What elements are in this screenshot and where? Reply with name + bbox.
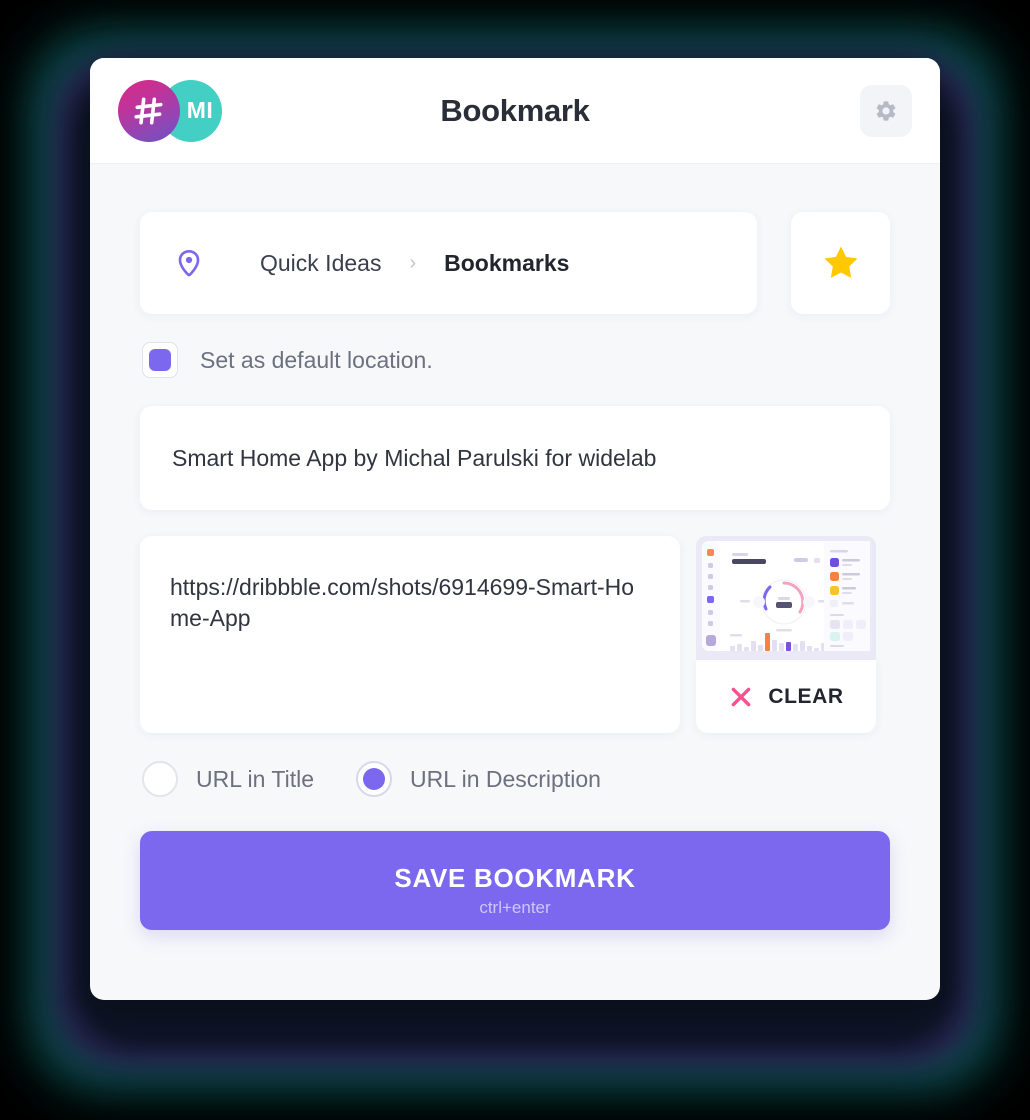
save-bookmark-label: SAVE BOOKMARK: [394, 863, 636, 893]
radio-url-in-title-label: URL in Title: [196, 765, 315, 792]
clear-button[interactable]: CLEAR: [696, 660, 876, 733]
bookmark-window: MI Bookmark Quick Ideas › Bookmarks Set …: [90, 58, 940, 1000]
breadcrumb[interactable]: Quick Ideas › Bookmarks: [140, 212, 757, 314]
radio-selected-dot: [363, 768, 386, 790]
radio-url-in-description-circle[interactable]: [356, 761, 393, 797]
star-icon: [824, 246, 857, 278]
preview-panel: CLEAR: [696, 536, 876, 733]
breadcrumb-item-bookmarks[interactable]: Bookmarks: [444, 250, 569, 277]
logo-hash-circle: [118, 79, 180, 142]
clear-button-label: CLEAR: [768, 684, 844, 708]
screen-background: MI Bookmark Quick Ideas › Bookmarks Set …: [0, 0, 1030, 1120]
url-row: https://dribbble.com/shots/6914699-Smart…: [140, 536, 890, 733]
default-location-label: Set as default location.: [200, 346, 433, 373]
save-bookmark-shortcut: ctrl+enter: [479, 898, 551, 917]
app-logo: MI: [118, 79, 222, 142]
url-input[interactable]: https://dribbble.com/shots/6914699-Smart…: [140, 536, 680, 733]
location-row: Quick Ideas › Bookmarks: [140, 212, 890, 314]
breadcrumb-item-quick-ideas[interactable]: Quick Ideas: [260, 250, 381, 277]
gear-icon: [876, 100, 896, 121]
default-location-checkbox[interactable]: Set as default location.: [140, 342, 433, 378]
checkbox-box[interactable]: [142, 342, 178, 378]
favorite-button[interactable]: [791, 212, 890, 314]
title-input[interactable]: Smart Home App by Michal Parulski for wi…: [140, 406, 890, 510]
checkbox-checked-fill: [149, 349, 171, 371]
location-pin-icon: [174, 248, 204, 278]
preview-thumbnail[interactable]: [696, 536, 876, 660]
radio-url-in-title-circle[interactable]: [142, 761, 178, 797]
hash-icon: [134, 97, 163, 124]
close-x-icon: [728, 684, 754, 710]
window-header: MI Bookmark: [90, 58, 940, 164]
radio-url-in-description-label: URL in Description: [410, 765, 601, 792]
save-bookmark-button[interactable]: SAVE BOOKMARK ctrl+enter: [140, 831, 890, 930]
radio-url-in-description[interactable]: URL in Description: [356, 761, 601, 797]
settings-button[interactable]: [860, 84, 912, 137]
url-mode-radio-group: URL in Title URL in Description: [140, 761, 890, 797]
preview-thumbnail-image: [696, 536, 876, 660]
window-body: Quick Ideas › Bookmarks Set as default l…: [90, 164, 940, 930]
logo-initials: MI: [186, 97, 214, 123]
radio-url-in-title[interactable]: URL in Title: [142, 761, 314, 797]
chevron-right-icon: ›: [409, 252, 417, 274]
